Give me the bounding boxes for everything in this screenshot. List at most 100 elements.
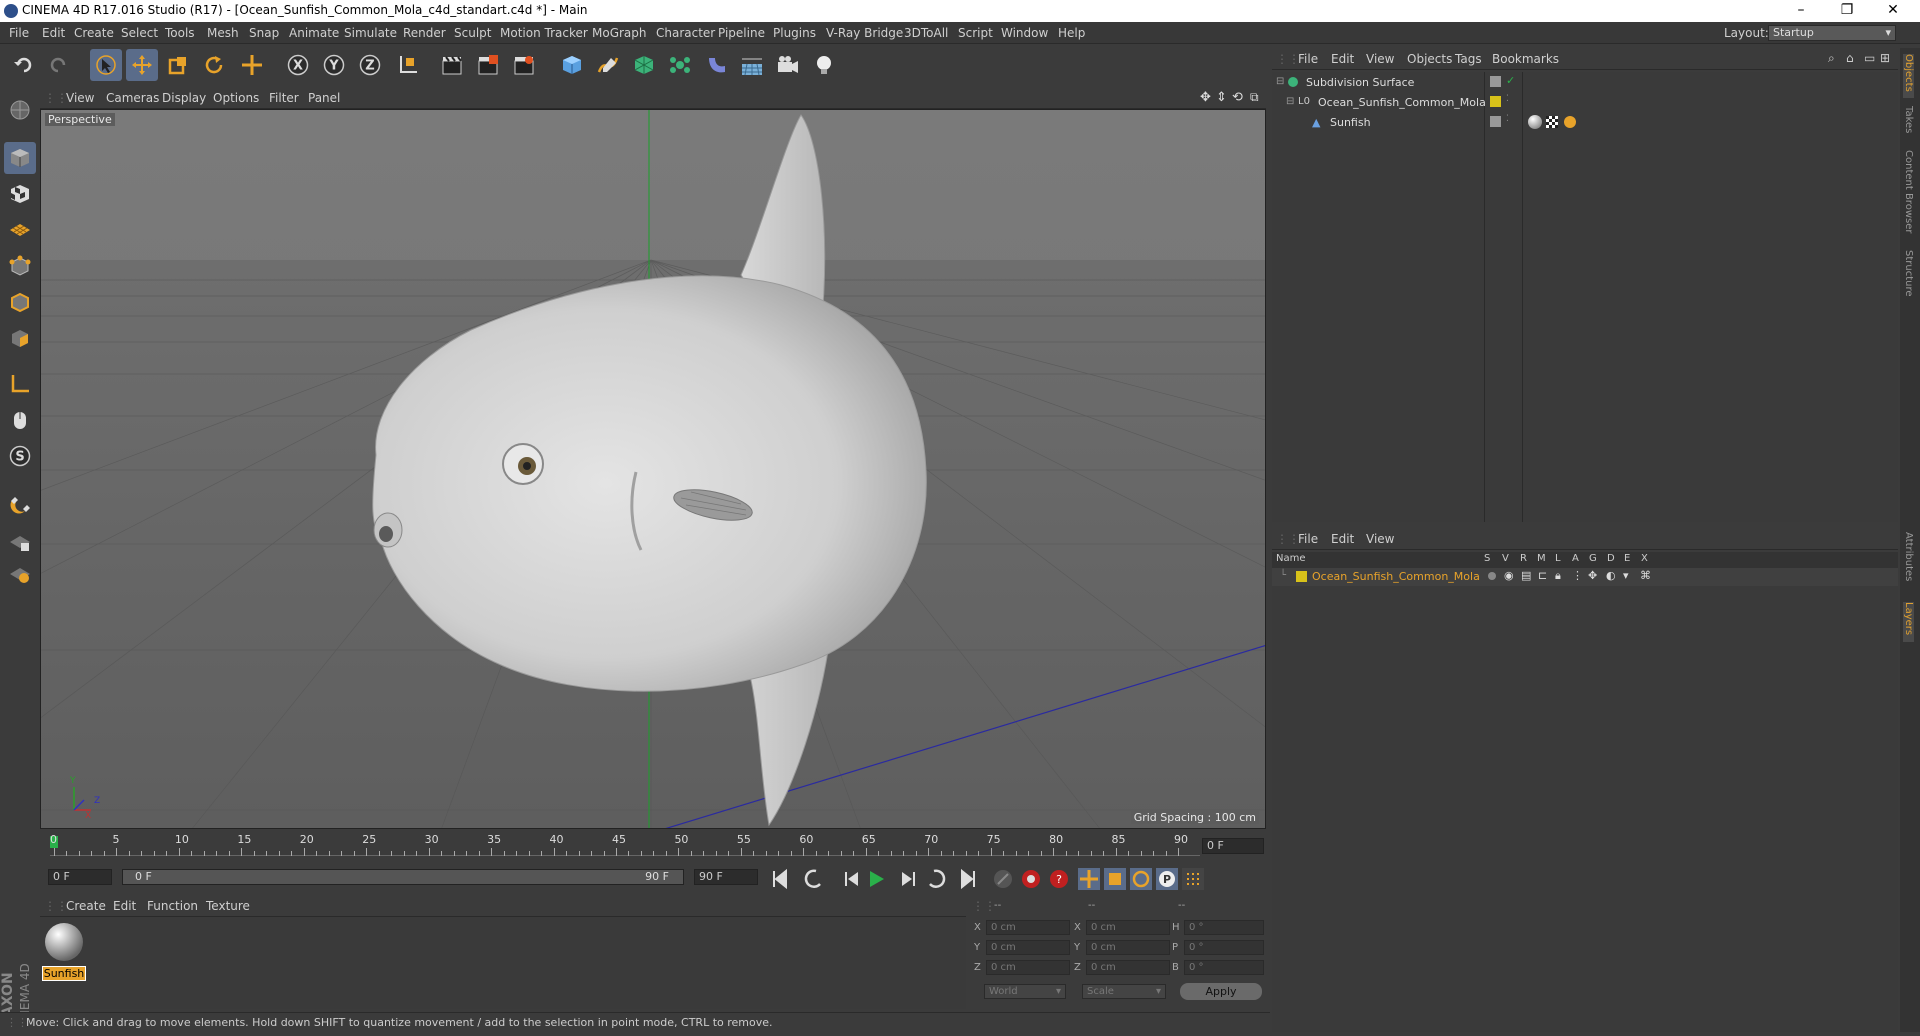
menu-motion-tracker[interactable]: Motion Tracker — [500, 26, 588, 40]
tweak-mode-button[interactable] — [4, 404, 36, 436]
viewport-menu-filter[interactable]: Filter — [269, 91, 299, 105]
add-light-button[interactable] — [808, 49, 840, 81]
end-frame-field[interactable]: 90 F — [694, 869, 758, 885]
menu-sculpt[interactable]: Sculpt — [454, 26, 491, 40]
object-menu-file[interactable]: File — [1298, 52, 1318, 66]
object-menu-view[interactable]: View — [1366, 52, 1394, 66]
current-frame-field[interactable]: 0 F — [1202, 838, 1264, 854]
redo-button[interactable] — [42, 49, 74, 81]
add-deformer-button[interactable] — [700, 49, 732, 81]
move-tool-button[interactable] — [126, 49, 158, 81]
menu-vray-bridge[interactable]: V-Ray Bridge — [826, 26, 903, 40]
visibility-dots-icon[interactable]: ⁚ — [1506, 114, 1509, 124]
object-menu-objects[interactable]: Objects — [1407, 52, 1452, 66]
new-view-icon[interactable]: ▭ — [1864, 51, 1875, 65]
layout-select[interactable]: Startup ▾ — [1768, 25, 1896, 41]
col-v[interactable]: V — [1502, 553, 1509, 564]
phong-tag-icon[interactable] — [1564, 116, 1576, 128]
eye-icon[interactable]: ◉ — [1504, 569, 1514, 582]
texture-mode-button[interactable] — [4, 178, 36, 210]
layer-menu-edit[interactable]: Edit — [1331, 532, 1354, 546]
generator-icon[interactable]: ✥ — [1588, 569, 1597, 582]
material-tag-icon[interactable] — [1528, 115, 1542, 129]
render-icon[interactable]: ▤ — [1521, 569, 1531, 582]
rotation-h-field[interactable]: 0 ° — [1184, 920, 1264, 935]
maximize-view-icon[interactable]: ⧉ — [1250, 90, 1259, 105]
model-mode-button[interactable] — [4, 142, 36, 174]
col-s[interactable]: S — [1484, 553, 1490, 564]
workplane-mode-button[interactable] — [4, 214, 36, 246]
col-l[interactable]: L — [1555, 553, 1561, 564]
material-menu-function[interactable]: Function — [147, 899, 198, 913]
world-dropdown[interactable]: World ▾ — [984, 984, 1066, 999]
home-icon[interactable]: ⌂ — [1846, 51, 1854, 65]
menu-character[interactable]: Character — [656, 26, 715, 40]
add-cube-button[interactable] — [556, 49, 588, 81]
perspective-viewport[interactable]: Y Z X Perspective Grid Spacing : 100 cm — [40, 109, 1266, 829]
position-y-field[interactable]: 0 cm — [986, 940, 1070, 955]
polygons-mode-button[interactable] — [4, 322, 36, 354]
col-d[interactable]: D — [1607, 553, 1615, 564]
collapse-icon[interactable]: ⊟ — [1286, 96, 1294, 107]
object-row-subdivision-surface[interactable]: ⊟ Subdivision Surface ✓ — [1272, 74, 1898, 92]
layer-color-icon[interactable] — [1490, 116, 1501, 127]
snap-button[interactable] — [4, 488, 36, 520]
tab-content-browser[interactable]: Content Browser — [1903, 150, 1914, 242]
lock-icon[interactable]: 🔒︎ — [1555, 569, 1561, 583]
menu-3dtoall[interactable]: 3DToAll — [904, 26, 948, 40]
tab-layers[interactable]: Layers — [1903, 602, 1914, 642]
menu-create[interactable]: Create — [74, 26, 114, 40]
render-view-button[interactable] — [436, 49, 468, 81]
position-z-field[interactable]: 0 cm — [986, 960, 1070, 975]
tab-structure[interactable]: Structure — [1903, 250, 1914, 304]
search-icon[interactable]: ⌕ — [1828, 51, 1835, 66]
z-axis-lock-button[interactable]: Z — [354, 49, 386, 81]
edges-mode-button[interactable] — [4, 286, 36, 318]
position-x-field[interactable]: 0 cm — [986, 920, 1070, 935]
undo-button[interactable] — [8, 49, 40, 81]
menu-animate[interactable]: Animate — [289, 26, 339, 40]
enabled-check-icon[interactable]: ✓ — [1506, 74, 1515, 87]
planar-workplane-button[interactable] — [4, 558, 36, 590]
layer-menu-file[interactable]: File — [1298, 532, 1318, 546]
menu-snap[interactable]: Snap — [249, 26, 279, 40]
menu-simulate[interactable]: Simulate — [344, 26, 397, 40]
menu-help[interactable]: Help — [1058, 26, 1085, 40]
add-camera-button[interactable] — [772, 49, 804, 81]
start-frame-field[interactable]: 0 F — [48, 869, 112, 885]
menu-render[interactable]: Render — [403, 26, 446, 40]
object-row-ocean-sunfish[interactable]: ⊟ L0 Ocean_Sunfish_Common_Mola ⁚ — [1272, 94, 1898, 112]
expand-icon[interactable]: ⊞ — [1880, 51, 1890, 65]
xref-icon[interactable]: ⌘ — [1640, 569, 1651, 582]
tab-attributes[interactable]: Attributes — [1903, 532, 1914, 594]
menu-file[interactable]: File — [9, 26, 29, 40]
apply-button[interactable]: Apply — [1180, 983, 1262, 1000]
col-r[interactable]: R — [1520, 553, 1527, 564]
y-axis-lock-button[interactable]: Y — [318, 49, 350, 81]
render-settings-button[interactable] — [508, 49, 540, 81]
enable-axis-button[interactable] — [4, 368, 36, 400]
menu-mograph[interactable]: MoGraph — [592, 26, 647, 40]
col-m[interactable]: M — [1537, 553, 1546, 564]
deformer-icon[interactable]: ◐ — [1606, 569, 1616, 582]
object-menu-edit[interactable]: Edit — [1331, 52, 1354, 66]
uvw-tag-icon[interactable] — [1546, 116, 1558, 128]
object-row-sunfish[interactable]: ▲ Sunfish ⁚ — [1272, 114, 1898, 132]
pan-view-icon[interactable]: ✥ — [1200, 90, 1211, 105]
size-y-field[interactable]: 0 cm — [1086, 940, 1170, 955]
material-menu-texture[interactable]: Texture — [206, 899, 250, 913]
expressions-icon[interactable]: ▾ — [1623, 569, 1629, 582]
menu-pipeline[interactable]: Pipeline — [718, 26, 765, 40]
rotation-p-field[interactable]: 0 ° — [1184, 940, 1264, 955]
rotation-b-field[interactable]: 0 ° — [1184, 960, 1264, 975]
viewport-menu-cameras[interactable]: Cameras — [106, 91, 159, 105]
preview-range-slider[interactable]: 0 F 90 F — [122, 869, 684, 885]
material-swatch[interactable]: Sunfish — [42, 921, 86, 981]
material-menu-create[interactable]: Create — [66, 899, 106, 913]
menu-select[interactable]: Select — [121, 26, 158, 40]
tab-objects[interactable]: Objects — [1903, 54, 1914, 98]
layer-row[interactable]: └ Ocean_Sunfish_Common_Mola ◉ ▤ ⊏ 🔒︎ ⋮ ✥… — [1272, 568, 1898, 586]
scale-dropdown[interactable]: Scale ▾ — [1082, 984, 1166, 999]
menu-tools[interactable]: Tools — [165, 26, 195, 40]
x-axis-lock-button[interactable]: X — [282, 49, 314, 81]
